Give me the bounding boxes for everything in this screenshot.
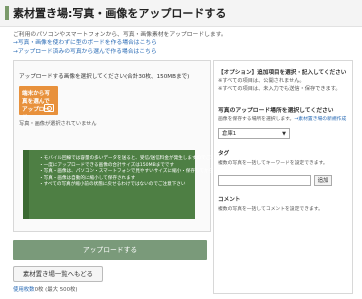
usage-link[interactable]: 使用枚数 <box>13 287 35 293</box>
options-panel: 【オプション】追加項目を選択・記入してください ※すべての項目は、公開されません… <box>213 60 353 294</box>
selected-status: 写真・画像が選択されていません <box>19 121 97 127</box>
tag-add-button[interactable]: 追加 <box>314 175 332 186</box>
title-accent-mark <box>5 6 9 20</box>
chevron-down-icon: ▼ <box>282 131 286 137</box>
comment-heading: コメント <box>218 197 241 203</box>
upload-heading: アップロードする画像を選択してください(合計30枚、150MBまで) <box>19 74 190 80</box>
options-note-1: ※すべての項目は、公開されません。 <box>218 78 305 84</box>
usage-count: 0枚 (最大 500枚) <box>34 287 78 293</box>
camera-icon <box>44 104 54 112</box>
page-title: 素材置き場:写真・画像をアップロードする <box>13 7 227 20</box>
no-photo-board-link[interactable]: →写真・画像を使わずに型のボードを作る場合はこちら <box>13 39 227 47</box>
options-note-2: ※すべての項目は、未入力でも送信・保存できます。 <box>218 85 341 92</box>
select-photo-button[interactable]: 端末から写真を選んでアップロード <box>19 86 58 121</box>
folder-desc-text: 画像を保存する場所を選択します。 <box>218 117 295 122</box>
new-storage-link[interactable]: →素材置き場の新規作成 <box>294 117 346 122</box>
intro-section: ご利用のパソコンやスマートフォンから、写真・画像素材をアップロードします。 →写… <box>13 31 227 56</box>
note-item: ・写真・画像は、パソコン・スマートフォンで見やすいサイズに縮小・保存してからアッ… <box>39 169 255 175</box>
options-notes: ※すべての項目は、公開されません。 ※すべての項目は、未入力でも送信・保存できま… <box>218 78 341 93</box>
back-to-list-button[interactable]: 素材置き場一覧へもどる <box>13 266 103 282</box>
note-item: ・モバイル回線では容量の多いデータを送ると、受信/送信料金が発生しますのでご利用… <box>39 156 234 161</box>
tag-input[interactable] <box>218 175 311 186</box>
note-item: ・すべての写真が縮小前の状態に戻せるわけではないのでご注意下さい <box>39 182 186 188</box>
upload-panel: アップロードする画像を選択してください(合計30枚、150MBまで) 端末から写… <box>13 60 255 232</box>
choose-uploaded-photo-link[interactable]: →アップロード済みの写真から選んで作る場合はこちら <box>13 48 227 56</box>
folder-heading: 写真のアップロード場所を選択してください <box>218 108 334 114</box>
tag-heading: タグ <box>218 151 230 157</box>
folder-select[interactable]: 倉庫1 ▼ <box>218 128 290 139</box>
usage-info: 使用枚数0枚 (最大 500枚) <box>13 285 78 293</box>
upload-button[interactable]: アップロードする <box>13 240 207 260</box>
upload-notes: ・モバイル回線では容量の多いデータを送ると、受信/送信料金が発生しますのでご利用… <box>23 150 255 219</box>
folder-description: 画像を保存する場所を選択します。→素材置き場の新規作成 <box>218 115 346 122</box>
intro-text: ご利用のパソコンやスマートフォンから、写真・画像素材をアップロードします。 <box>13 32 227 38</box>
comment-description: 複数の写真を一括してコメントを設定できます。 <box>218 207 323 212</box>
options-title: 【オプション】追加項目を選択・記入してください <box>218 70 347 76</box>
tag-description: 複数の写真を一括してキーワードを設定できます。 <box>218 161 328 166</box>
folder-select-value: 倉庫1 <box>222 131 237 137</box>
